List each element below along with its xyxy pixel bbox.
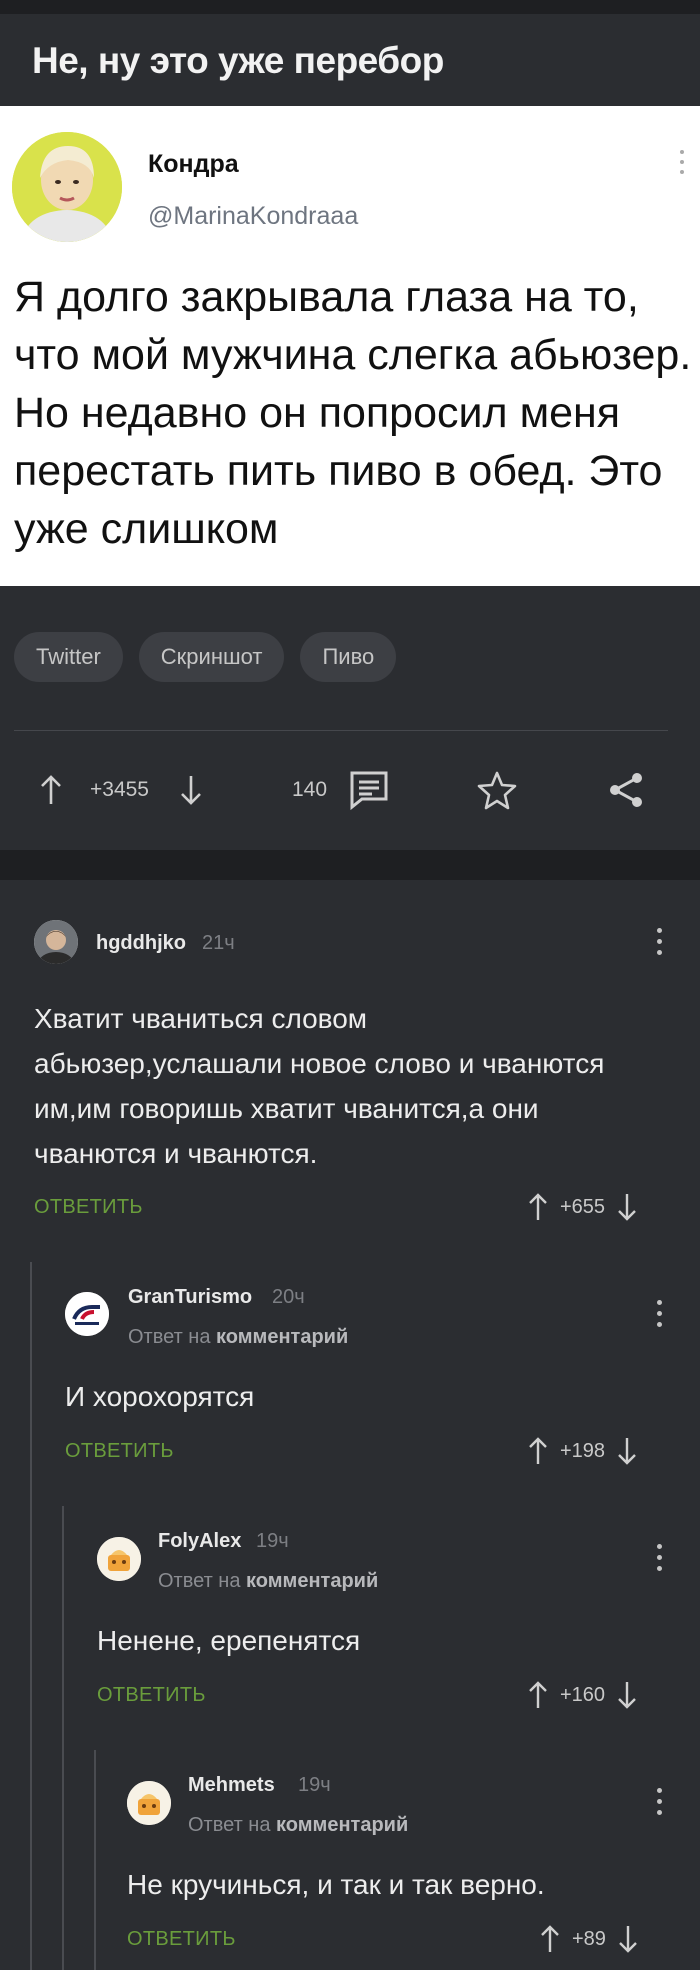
tweet-author-name: Кондра (148, 150, 239, 178)
comment-text: Хватит чваниться словом абьюзер,услашали… (34, 1003, 605, 1169)
thread-line-level-2 (62, 1506, 64, 1970)
reply-button[interactable]: ОТВЕТИТЬ (34, 1196, 143, 1219)
reply-to-label: Ответ на комментарий (188, 1814, 409, 1836)
comment-rating: +160 (560, 1683, 606, 1706)
arrow-down-icon[interactable] (618, 1924, 638, 1954)
comment-author[interactable]: Mehmets (188, 1774, 275, 1797)
post-tags: Twitter Скриншот Пиво (14, 632, 397, 682)
reply-button[interactable]: ОТВЕТИТЬ (97, 1684, 206, 1707)
comment-time: 19ч (256, 1530, 289, 1552)
arrow-up-icon (41, 775, 61, 804)
post-actions: +3455 140 (0, 760, 700, 820)
comment-votes: +655 (528, 1187, 637, 1227)
avatar[interactable] (34, 920, 78, 964)
reply-button[interactable]: ОТВЕТИТЬ (127, 1928, 236, 1951)
reply-button[interactable]: ОТВЕТИТЬ (65, 1440, 174, 1463)
arrow-up-icon[interactable] (528, 1436, 548, 1466)
post-save-button[interactable] (476, 760, 518, 820)
post-share-button[interactable] (606, 760, 646, 820)
thread-line-level-3 (94, 1750, 96, 1970)
post-upvote-button[interactable] (40, 760, 62, 820)
arrow-down-icon[interactable] (617, 1436, 637, 1466)
reply-to-label: Ответ на комментарий (158, 1570, 379, 1592)
tag-twitter[interactable]: Twitter (14, 632, 123, 682)
tweet-author-handle: @MarinaKondraaa (148, 202, 359, 230)
comment-text: Не кручинься, и так и так верно. (127, 1869, 545, 1900)
comment-time: 19ч (298, 1774, 331, 1796)
tag-beer[interactable]: Пиво (300, 632, 397, 682)
kebab-menu-icon[interactable] (657, 1788, 663, 1821)
divider (14, 730, 668, 731)
arrow-down-icon (181, 776, 201, 805)
kebab-menu-icon[interactable] (657, 1300, 663, 1333)
comment-text: Ненене, ерепенятся (97, 1625, 361, 1656)
comment-text: И хорохорятся (65, 1381, 255, 1412)
arrow-up-icon[interactable] (540, 1924, 560, 1954)
post-comments-button[interactable] (348, 760, 390, 820)
post-comments-count: 140 (292, 778, 328, 801)
post-title[interactable]: Не, ну это уже перебор (32, 40, 444, 82)
comment-time: 20ч (272, 1286, 305, 1308)
tag-screenshot[interactable]: Скриншот (138, 632, 285, 682)
tweet-more-icon (680, 150, 686, 180)
arrow-up-icon[interactable] (528, 1192, 548, 1222)
thread-line-level-1 (30, 1262, 32, 1970)
comment-time: 21ч (202, 932, 235, 954)
reply-to-link[interactable]: комментарий (276, 1814, 408, 1836)
star-icon (477, 771, 517, 810)
avatar[interactable] (65, 1292, 109, 1336)
section-separator (0, 850, 700, 880)
post-header: Не, ну это уже перебор (0, 0, 700, 106)
post-rating: +3455 (90, 778, 149, 801)
post-downvote-button[interactable] (180, 760, 202, 820)
reply-to-link[interactable]: комментарий (246, 1570, 378, 1592)
arrow-down-icon[interactable] (617, 1192, 637, 1222)
comment-rating: +89 (572, 1927, 606, 1950)
avatar[interactable] (127, 1781, 171, 1825)
avatar[interactable] (97, 1537, 141, 1581)
comment-author[interactable]: hgddhjko (96, 932, 186, 955)
comment-votes: +160 (528, 1675, 637, 1715)
comment-author[interactable]: GranTurismo (128, 1286, 252, 1309)
comment-votes: +198 (528, 1431, 637, 1471)
reply-to-label: Ответ на комментарий (128, 1326, 349, 1348)
tweet-text: Я долго закрывала глаза на то, что мой м… (14, 273, 692, 553)
tweet-author-avatar (12, 132, 122, 242)
comment-votes: +89 (540, 1919, 638, 1959)
share-icon (610, 773, 642, 807)
comment-rating: +655 (560, 1195, 606, 1218)
kebab-menu-icon[interactable] (657, 928, 663, 961)
arrow-up-icon[interactable] (528, 1680, 548, 1710)
tweet-screenshot: Кондра @MarinaKondraaa Я долго закрывала… (0, 106, 700, 586)
comment-rating: +198 (560, 1439, 606, 1462)
arrow-down-icon[interactable] (617, 1680, 637, 1710)
reply-to-link[interactable]: комментарий (216, 1326, 348, 1348)
kebab-menu-icon[interactable] (657, 1544, 663, 1577)
comment-author[interactable]: FolyAlex (158, 1530, 241, 1553)
comment-icon (350, 771, 388, 811)
